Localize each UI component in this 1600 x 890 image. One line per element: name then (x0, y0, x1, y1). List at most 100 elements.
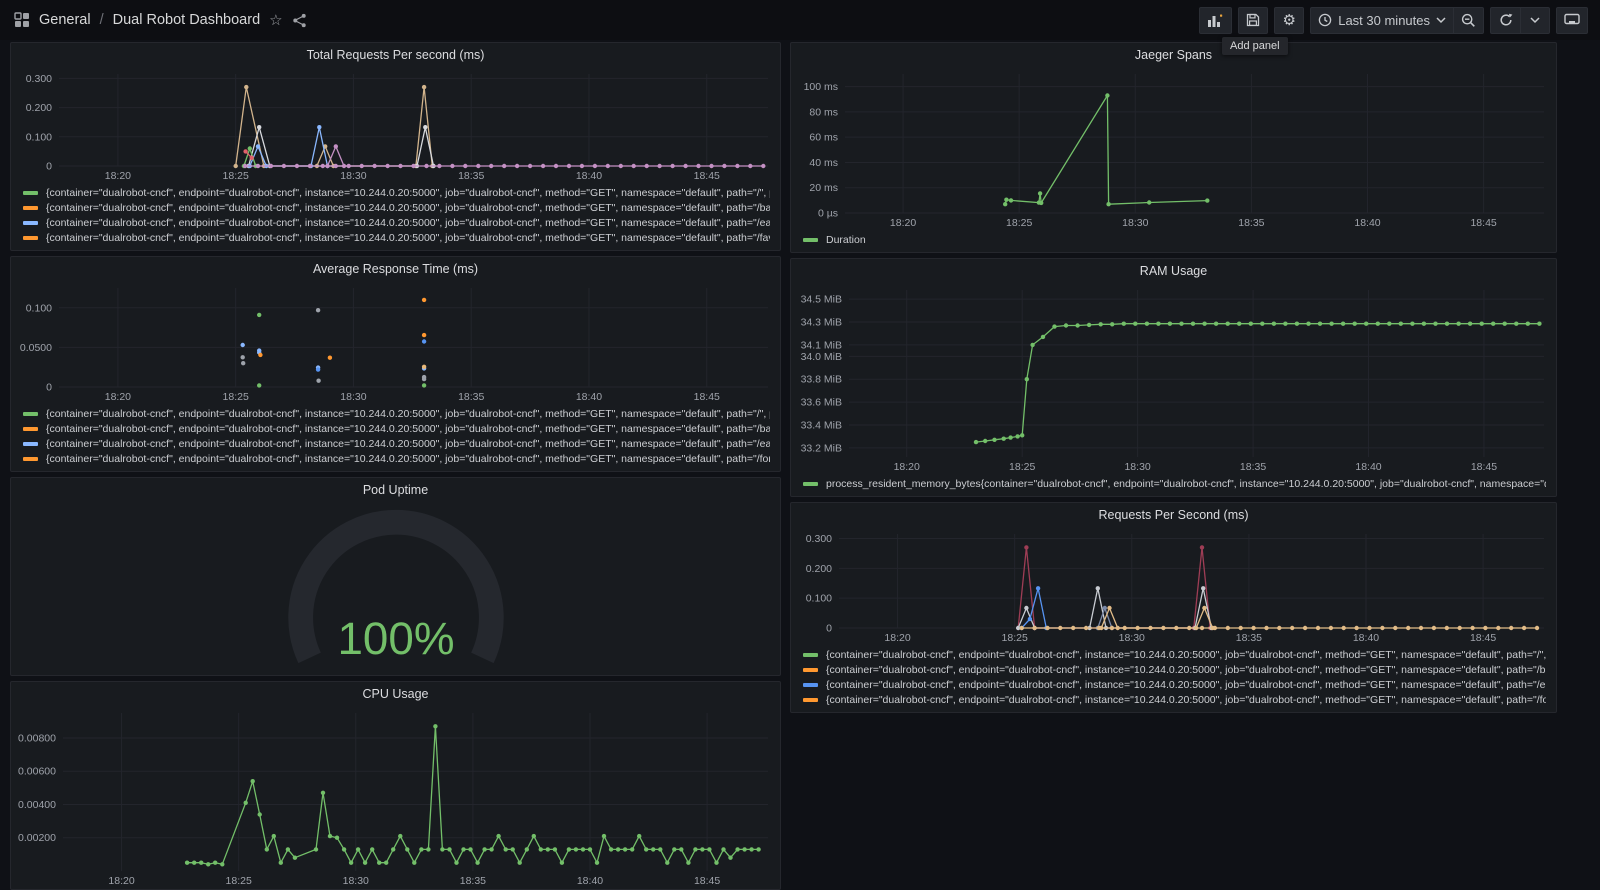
svg-text:33.8 MiB: 33.8 MiB (801, 374, 842, 386)
chevron-down-icon (1436, 16, 1446, 23)
ram-usage-chart[interactable]: 18:20 18:25 18:30 18:35 18:40 18:45 33.2 MiB 33… (791, 284, 1556, 475)
save-dashboard-button[interactable] (1238, 6, 1269, 34)
zoom-out-icon (1461, 13, 1475, 27)
svg-text:0.0500: 0.0500 (20, 342, 52, 354)
svg-text:0.200: 0.200 (806, 563, 832, 575)
svg-text:18:20: 18:20 (108, 875, 134, 887)
panel-jaeger-spans: Jaeger Spans 18:20 18:25 18:30 18:35 18:40 18… (790, 42, 1557, 253)
panel-ram-usage: RAM Usage 18:20 18:25 18:30 18:35 18:40 18:45… (790, 258, 1557, 497)
svg-text:18:45: 18:45 (1470, 632, 1496, 644)
svg-text:0.00800: 0.00800 (18, 732, 56, 744)
svg-text:18:25: 18:25 (1002, 632, 1028, 644)
panel-cpu-usage: CPU Usage 18:20 18:25 18:30 18:35 18:40 18:45… (10, 681, 781, 890)
panel-title[interactable]: Average Response Time (ms) (11, 257, 780, 282)
refresh-icon (1500, 13, 1512, 26)
legend-swatch (803, 697, 818, 702)
legend-item[interactable]: {container="dualrobot-cncf", endpoint="d… (803, 662, 1546, 677)
legend-item[interactable]: {container="dualrobot-cncf", endpoint="d… (23, 436, 770, 451)
navbar: General / Dual Robot Dashboard ☆ ⚙ Last … (0, 0, 1600, 40)
svg-text:18:25: 18:25 (223, 391, 249, 403)
svg-text:60 ms: 60 ms (809, 132, 838, 144)
legend-item[interactable]: {container="dualrobot-cncf", endpoint="d… (23, 421, 770, 436)
refresh-button[interactable] (1490, 6, 1520, 34)
pod-uptime-gauge[interactable]: 100% (11, 503, 780, 675)
add-panel-button[interactable] (1199, 6, 1233, 34)
svg-text:34.3 MiB: 34.3 MiB (801, 317, 842, 329)
legend-label: {container="dualrobot-cncf", endpoint="d… (826, 678, 1546, 691)
panel-title[interactable]: Total Requests Per second (ms) (11, 43, 780, 68)
legend: process_resident_memory_bytes{container=… (791, 475, 1556, 496)
svg-text:0.00400: 0.00400 (18, 799, 56, 811)
svg-text:18:40: 18:40 (576, 170, 602, 182)
panel-requests-per-second: Requests Per Second (ms) 18:20 18:25 18:30… (790, 502, 1557, 713)
share-icon[interactable] (292, 13, 307, 28)
legend-label: {container="dualrobot-cncf", endpoint="d… (46, 186, 770, 199)
clock-icon (1318, 13, 1332, 27)
svg-text:18:40: 18:40 (1354, 217, 1380, 229)
breadcrumb-section[interactable]: General (39, 12, 91, 28)
svg-text:0 µs: 0 µs (818, 208, 838, 220)
time-range-picker[interactable]: Last 30 minutes (1310, 6, 1453, 34)
average-response-time-chart[interactable]: 18:20 18:25 18:30 18:35 18:40 18:45 0 0.0500 0.1… (11, 282, 780, 405)
panel-title[interactable]: CPU Usage (11, 682, 780, 707)
svg-text:34.0 MiB: 34.0 MiB (801, 351, 842, 363)
svg-text:0: 0 (826, 623, 832, 635)
svg-text:18:30: 18:30 (1124, 461, 1150, 473)
panel-total-requests: Total Requests Per second (ms) 18:20 18:2… (10, 42, 781, 251)
zoom-out-time-button[interactable] (1453, 6, 1484, 34)
legend-swatch (23, 456, 38, 461)
svg-text:0.200: 0.200 (26, 102, 52, 114)
page-title[interactable]: Dual Robot Dashboard (113, 12, 261, 28)
panel-title[interactable]: Requests Per Second (ms) (791, 503, 1556, 528)
dashboard-toolbar: ⚙ Last 30 minutes (1199, 6, 1588, 34)
svg-text:18:40: 18:40 (1355, 461, 1381, 473)
svg-text:18:25: 18:25 (223, 170, 249, 182)
legend-swatch (803, 652, 818, 657)
legend-swatch (23, 220, 38, 225)
legend-item[interactable]: {container="dualrobot-cncf", endpoint="d… (803, 647, 1546, 662)
gear-icon: ⚙ (1282, 11, 1296, 29)
legend-item[interactable]: {container="dualrobot-cncf", endpoint="d… (803, 692, 1546, 707)
svg-text:18:45: 18:45 (694, 170, 720, 182)
legend-label: Duration (826, 233, 866, 246)
legend-item[interactable]: process_resident_memory_bytes{container=… (803, 476, 1546, 491)
breadcrumb-separator: / (99, 12, 104, 28)
svg-text:18:30: 18:30 (1122, 217, 1148, 229)
legend-item[interactable]: {container="dualrobot-cncf", endpoint="d… (23, 230, 770, 245)
panel-title[interactable]: RAM Usage (791, 259, 1556, 284)
ram-usage-svg: 18:20 18:25 18:30 18:35 18:40 18:45 33.2 MiB 33… (801, 290, 1544, 473)
svg-text:18:30: 18:30 (1119, 632, 1145, 644)
legend-item[interactable]: {container="dualrobot-cncf", endpoint="d… (23, 406, 770, 421)
requests-per-second-chart[interactable]: 18:20 18:25 18:30 18:35 18:40 18:45 0 0.100 0.20… (791, 528, 1556, 646)
total-requests-chart[interactable]: 18:20 18:25 18:30 18:35 18:40 18:45 0 0.100 0.20… (11, 68, 780, 184)
refresh-interval-dropdown[interactable] (1520, 6, 1550, 34)
legend-item[interactable]: Duration (803, 232, 1546, 247)
legend: Duration (791, 231, 1556, 252)
panel-title[interactable]: Pod Uptime (11, 478, 780, 503)
favorite-star-icon[interactable]: ☆ (269, 11, 282, 29)
legend-item[interactable]: {container="dualrobot-cncf", endpoint="d… (23, 215, 770, 230)
svg-text:80 ms: 80 ms (809, 106, 838, 118)
svg-text:18:30: 18:30 (340, 391, 366, 403)
legend-item[interactable]: {container="dualrobot-cncf", endpoint="d… (803, 677, 1546, 692)
dashboard-settings-button[interactable]: ⚙ (1274, 6, 1305, 34)
panel-pod-uptime: Pod Uptime 100% (10, 477, 781, 676)
cpu-usage-chart[interactable]: 18:20 18:25 18:30 18:35 18:40 18:45 0.00200 0.0… (11, 707, 780, 889)
jaeger-spans-chart[interactable]: 18:20 18:25 18:30 18:35 18:40 18:45 0 µs 20 ms 4… (791, 68, 1556, 231)
cycle-view-mode-button[interactable] (1556, 6, 1588, 34)
dashboard-grid-icon[interactable] (14, 12, 30, 28)
legend-label: {container="dualrobot-cncf", endpoint="d… (46, 422, 770, 435)
svg-text:18:20: 18:20 (105, 170, 131, 182)
legend-label: {container="dualrobot-cncf", endpoint="d… (46, 437, 770, 450)
legend-item[interactable]: {container="dualrobot-cncf", endpoint="d… (23, 451, 770, 466)
svg-text:18:45: 18:45 (1470, 217, 1496, 229)
svg-text:18:40: 18:40 (576, 391, 602, 403)
panel-title[interactable]: Jaeger Spans (791, 43, 1556, 68)
svg-text:18:20: 18:20 (884, 632, 910, 644)
legend-item[interactable]: {container="dualrobot-cncf", endpoint="d… (23, 200, 770, 215)
refresh-controls (1490, 6, 1550, 34)
svg-text:0.300: 0.300 (26, 73, 52, 85)
svg-text:18:20: 18:20 (105, 391, 131, 403)
legend-item[interactable]: {container="dualrobot-cncf", endpoint="d… (23, 185, 770, 200)
total-requests-svg: 18:20 18:25 18:30 18:35 18:40 18:45 0 0.100 0.20… (26, 73, 768, 182)
